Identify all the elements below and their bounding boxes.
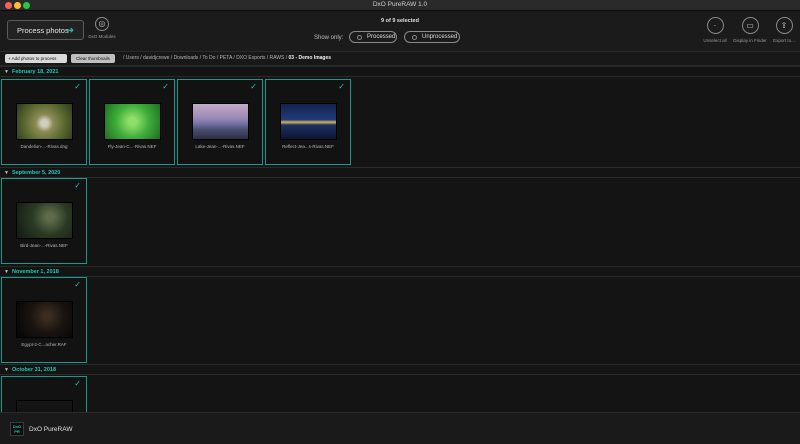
breadcrumb-current-folder: 03 - Demo Images — [288, 55, 332, 61]
breadcrumb: / Users / davidjcrewe / Downloads / To D… — [123, 55, 331, 61]
radio-icon — [357, 34, 362, 40]
photo-thumbnail — [280, 103, 337, 140]
checkmark-icon: ✓ — [162, 82, 169, 91]
chevron-down-icon: ▼ — [4, 170, 9, 176]
unselect-all-button[interactable]: · Unselect all — [700, 17, 730, 43]
window-title: DxO PureRAW 1.0 — [372, 1, 428, 8]
photo-filename: Fly-Jean-C...-Rivas.NEF — [107, 144, 157, 149]
group-date: November 1, 2018 — [12, 269, 59, 275]
selection-count: 9 of 9 selected — [381, 18, 419, 24]
unselect-icon: · — [706, 17, 724, 34]
photo-tile[interactable]: ✓ Egypt-2-C...acher.RAF — [1, 277, 87, 363]
date-group-header[interactable]: ▼ October 31, 2018 — [0, 364, 800, 375]
photo-thumbnail — [104, 103, 161, 140]
add-photos-button[interactable]: + Add photos to process — [5, 54, 67, 63]
title-bar: DxO PureRAW 1.0 — [0, 0, 800, 11]
checkmark-icon: ✓ — [74, 379, 81, 388]
photo-filename: Lake-Jean-...-Rivas.NEF — [195, 144, 245, 149]
checkmark-icon: ✓ — [74, 181, 81, 190]
show-only-label: Show only: — [314, 35, 344, 41]
radio-icon — [412, 34, 417, 40]
photo-filename: Egypt-2-C...acher.RAF — [21, 342, 67, 347]
filter-processed-toggle[interactable]: Processed — [349, 31, 397, 43]
process-photos-label: Process photos — [17, 25, 69, 35]
photo-tile[interactable]: ✓ Lake-Jean-...-Rivas.NEF — [177, 79, 263, 165]
photo-thumbnail — [192, 103, 249, 140]
photo-filename: Bird-Jean-...-Rivas.NEF — [20, 243, 68, 248]
photo-thumbnail — [16, 301, 73, 338]
photo-tile[interactable]: ✓ Dandelion-...-Rivas.dng — [1, 79, 87, 165]
display-in-finder-button[interactable]: ▭ Display in Finder — [732, 17, 768, 43]
footer-bar: DxO PR DxO PureRAW — [0, 412, 800, 444]
date-group-header[interactable]: ▼ September 5, 2020 — [0, 167, 800, 178]
app-logo: DxO PR — [10, 422, 24, 436]
photo-thumbnail — [16, 202, 73, 239]
group-date: October 31, 2018 — [12, 367, 57, 373]
checkmark-icon: ✓ — [338, 82, 345, 91]
chevron-down-icon: ▼ — [4, 367, 9, 373]
date-group-header[interactable]: ▼ February 18, 2021 — [0, 66, 800, 77]
checkmark-icon: ✓ — [250, 82, 257, 91]
path-bar: + Add photos to process Clear thumbnails… — [0, 52, 800, 66]
export-button[interactable]: ⇪ Export to... — [771, 17, 797, 43]
export-icon: ⇪ — [775, 17, 793, 34]
footer-app-name: DxO PureRAW — [29, 426, 73, 433]
unselect-all-label: Unselect all — [703, 38, 727, 43]
photo-tile[interactable]: ✓ Bird-Jean-...-Rivas.NEF — [1, 178, 87, 264]
photo-filename: Reflect-Jea...s-Rivas.NEF — [282, 144, 334, 149]
date-group-header[interactable]: ▼ November 1, 2018 — [0, 266, 800, 277]
photo-tile[interactable]: ✓ — [1, 376, 87, 412]
photo-browser: ▼ February 18, 2021 ✓ Dandelion-...-Riva… — [0, 66, 800, 412]
clear-thumbnails-button[interactable]: Clear thumbnails — [71, 54, 115, 63]
filter-unprocessed-label: Unprocessed — [422, 34, 458, 40]
group-date: February 18, 2021 — [12, 69, 59, 75]
filter-unprocessed-toggle[interactable]: Unprocessed — [404, 31, 460, 43]
photo-thumbnail — [16, 103, 73, 140]
photo-filename: Dandelion-...-Rivas.dng — [20, 144, 68, 149]
display-in-finder-label: Display in Finder — [733, 38, 767, 43]
chevron-down-icon: ▼ — [4, 269, 9, 275]
checkmark-icon: ✓ — [74, 280, 81, 289]
group-date: September 5, 2020 — [12, 170, 61, 176]
photo-tile[interactable]: ✓ Reflect-Jea...s-Rivas.NEF — [265, 79, 351, 165]
photo-tile[interactable]: ✓ Fly-Jean-C...-Rivas.NEF — [89, 79, 175, 165]
checkmark-icon: ✓ — [74, 82, 81, 91]
arrow-right-icon: ➜ — [66, 25, 74, 35]
filter-processed-label: Processed — [367, 34, 396, 40]
photo-thumbnail — [16, 400, 73, 412]
export-label: Export to... — [773, 38, 795, 43]
chevron-down-icon: ▼ — [4, 69, 9, 75]
breadcrumb-path[interactable]: / Users / davidjcrewe / Downloads / To D… — [123, 55, 289, 61]
folder-icon: ▭ — [741, 17, 759, 34]
dxo-modules-label: DxO Modules — [88, 34, 116, 39]
toolbar: Process photos ➜ ◎ DxO Modules 9 of 9 se… — [0, 11, 800, 52]
